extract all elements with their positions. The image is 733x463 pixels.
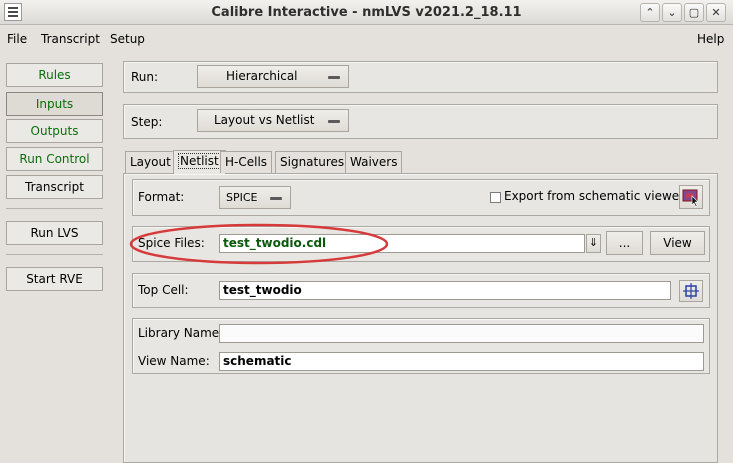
maximize-icon[interactable]: ▢	[684, 3, 704, 22]
double-chevron-down-icon: ⇓	[588, 236, 599, 249]
step-label: Step:	[131, 115, 163, 129]
schematic-viewer-icon	[682, 189, 699, 208]
export-schematic-label: Export from schematic viewer	[504, 189, 685, 203]
annotation-ellipse	[129, 223, 389, 265]
cell-browser-icon	[683, 283, 699, 299]
menu-file[interactable]: File	[7, 32, 27, 46]
dropdown-indicator-icon	[328, 76, 340, 79]
nav-transcript-button[interactable]: Transcript	[6, 175, 103, 199]
spice-history-dropdown[interactable]: ⇓	[586, 234, 601, 253]
nav-divider	[6, 208, 103, 209]
nav-inputs-button[interactable]: Inputs	[6, 92, 103, 116]
top-cell-label: Top Cell:	[138, 283, 189, 297]
tab-layout[interactable]: Layout	[125, 151, 176, 173]
step-dropdown[interactable]: Layout vs Netlist	[197, 109, 349, 132]
view-name-label: View Name:	[138, 354, 210, 368]
tab-waivers[interactable]: Waivers	[345, 151, 403, 173]
nav-outputs-button[interactable]: Outputs	[6, 119, 103, 143]
library-name-input[interactable]	[219, 324, 704, 343]
window-title: Calibre Interactive - nmLVS v2021.2_18.1…	[211, 5, 522, 20]
shade-up-icon[interactable]: ⌃	[640, 3, 660, 22]
top-cell-input[interactable]: test_twodio	[219, 281, 671, 300]
tab-signatures[interactable]: Signatures	[275, 151, 350, 173]
menu-help[interactable]: Help	[697, 32, 724, 46]
format-dropdown[interactable]: SPICE	[219, 186, 291, 209]
run-mode-dropdown[interactable]: Hierarchical	[197, 65, 349, 88]
menu-setup[interactable]: Setup	[110, 32, 145, 46]
nav-rules-button[interactable]: Rules	[6, 63, 103, 87]
menu-transcript[interactable]: Transcript	[41, 32, 100, 46]
library-name-label: Library Name:	[138, 326, 224, 340]
nav-divider	[6, 254, 103, 255]
view-name-input[interactable]: schematic	[219, 352, 704, 371]
run-lvs-button[interactable]: Run LVS	[6, 221, 103, 245]
export-schematic-checkbox[interactable]	[490, 192, 501, 203]
view-button[interactable]: View	[650, 231, 705, 255]
format-label: Format:	[138, 190, 185, 204]
dropdown-indicator-icon	[270, 197, 282, 200]
close-icon[interactable]: ✕	[706, 3, 726, 22]
schematic-viewer-button[interactable]	[679, 185, 703, 209]
start-rve-button[interactable]: Start RVE	[6, 267, 103, 291]
tab-h-cells[interactable]: H-Cells	[220, 151, 273, 173]
menu-bar: File Transcript Setup Help	[0, 26, 733, 51]
format-value: SPICE	[226, 191, 258, 204]
window-controls: ⌃ ⌄ ▢ ✕	[640, 3, 730, 22]
run-label: Run:	[131, 70, 159, 84]
run-mode-value: Hierarchical	[226, 69, 298, 83]
tab-netlist[interactable]: Netlist	[173, 150, 226, 174]
cell-browser-button[interactable]	[679, 280, 703, 302]
nav-run-control-button[interactable]: Run Control	[6, 147, 103, 171]
shade-down-icon[interactable]: ⌄	[662, 3, 682, 22]
step-value: Layout vs Netlist	[214, 113, 315, 127]
dropdown-indicator-icon	[328, 120, 340, 123]
browse-button[interactable]: ...	[606, 231, 643, 255]
